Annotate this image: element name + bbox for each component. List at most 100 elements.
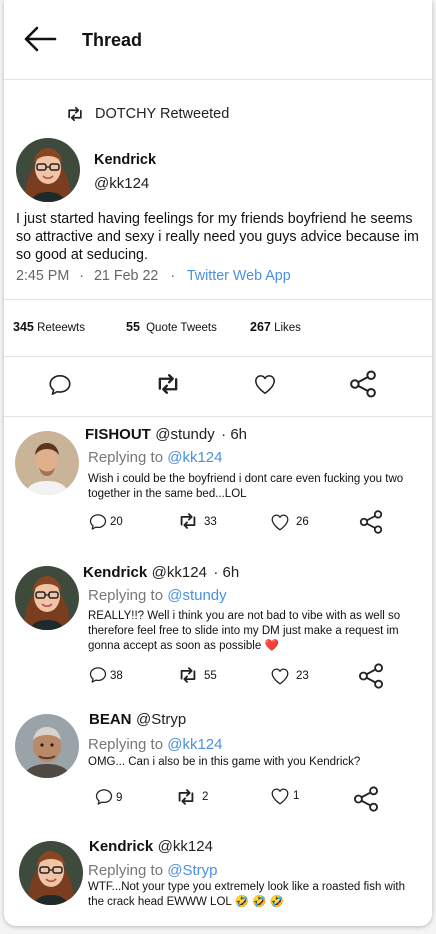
stats-divider — [4, 356, 432, 357]
like-button[interactable] — [252, 371, 278, 397]
retweet-button[interactable] — [174, 786, 198, 808]
reply-author-name[interactable]: Kendrick — [83, 564, 147, 581]
reply-time: · 6h — [221, 426, 248, 443]
replying-to-link[interactable]: @kk124 — [167, 449, 222, 466]
like-button[interactable] — [269, 785, 291, 807]
comment-button[interactable] — [94, 787, 114, 807]
reply-author-handle[interactable]: @kk124 — [158, 838, 213, 855]
quotes-label: Quote Tweets — [146, 322, 217, 334]
retweet-icon — [64, 104, 86, 124]
replying-to: Replying to @kk124 — [88, 449, 222, 466]
like-button[interactable] — [269, 511, 291, 533]
reply-header: Kendrick @kk124 · 6h — [83, 564, 239, 582]
share-icon — [348, 369, 378, 399]
replying-label: Replying to — [88, 449, 164, 466]
retweet-icon — [176, 510, 200, 532]
avatar[interactable] — [16, 138, 80, 202]
share-button[interactable] — [352, 785, 380, 813]
reply-author-handle[interactable]: @kk124 — [152, 564, 207, 581]
tweet-text: I just started having feelings for my fr… — [16, 211, 419, 263]
retweet-icon — [154, 370, 182, 398]
comment-count: 9 — [116, 792, 123, 804]
retweet-count: 33 — [204, 516, 217, 528]
comment-count: 38 — [110, 670, 123, 682]
comment-icon — [88, 665, 108, 685]
quotes-count: 55 — [126, 320, 140, 334]
retweet-icon — [176, 664, 200, 686]
retweet-button[interactable] — [154, 370, 182, 398]
retweets-count: 345 — [13, 320, 34, 334]
retweet-count: 55 — [204, 670, 217, 682]
avatar[interactable] — [15, 566, 79, 630]
comment-icon — [88, 512, 108, 532]
like-count: 1 — [293, 790, 300, 802]
thread-card: Thread DOTCHY Retweeted Kendrick @kk124 … — [4, 0, 432, 926]
reply-text: Wish i could be the boyfriend i dont car… — [88, 473, 404, 500]
share-icon — [358, 509, 384, 535]
comment-icon — [47, 372, 73, 398]
heart-icon — [269, 785, 291, 807]
reply-author-name[interactable]: BEAN — [89, 711, 132, 728]
tweet-meta: 2:45 PM · 21 Feb 22 · Twitter Web App — [16, 268, 291, 284]
share-icon — [357, 662, 385, 690]
meta-divider — [4, 299, 432, 300]
reply-text: WTF...Not your type you extremely look l… — [88, 881, 406, 908]
replying-to-link[interactable]: @stundy — [167, 587, 226, 604]
avatar[interactable] — [15, 714, 79, 778]
avatar[interactable] — [19, 841, 83, 905]
comment-button[interactable] — [88, 512, 108, 532]
retweet-button[interactable] — [176, 510, 200, 532]
replying-label: Replying to — [88, 587, 164, 604]
comment-count: 20 — [110, 516, 123, 528]
avatar[interactable] — [15, 431, 79, 495]
reply-text: OMG... Can i also be in this game with y… — [88, 756, 361, 768]
retweet-banner-text: DOTCHY Retweeted — [95, 106, 230, 122]
meta-separator: · — [79, 268, 84, 284]
like-button[interactable] — [269, 665, 291, 687]
reply-author-name[interactable]: Kendrick — [89, 838, 153, 855]
replying-to: Replying to @stundy — [88, 587, 227, 604]
replying-to: Replying to @Stryp — [88, 862, 217, 879]
reply-text: REALLY!!? Well i think you are not bad t… — [88, 610, 401, 652]
likes-label: Likes — [274, 322, 301, 334]
retweet-button[interactable] — [176, 664, 200, 686]
replying-to-link[interactable]: @Stryp — [167, 862, 217, 879]
reply-author-handle[interactable]: @stundy — [155, 426, 214, 443]
share-button[interactable] — [348, 369, 378, 399]
retweet-count: 2 — [202, 791, 209, 803]
share-button[interactable] — [357, 662, 385, 690]
replying-to-link[interactable]: @kk124 — [167, 736, 222, 753]
like-count: 26 — [296, 516, 309, 528]
replying-label: Replying to — [88, 862, 164, 879]
comment-button[interactable] — [47, 372, 73, 398]
share-button[interactable] — [358, 509, 384, 535]
tweet-time: 2:45 PM — [16, 268, 70, 284]
likes-stat[interactable]: 267 Likes — [250, 320, 301, 334]
page-title: Thread — [82, 30, 143, 50]
tweet-source-link[interactable]: Twitter Web App — [187, 268, 291, 284]
reply-author-name[interactable]: FISHOUT — [85, 426, 151, 443]
heart-icon — [269, 511, 291, 533]
reply-author-handle[interactable]: @Stryp — [136, 711, 186, 728]
reply-time: · 6h — [213, 564, 240, 581]
author-handle[interactable]: @kk124 — [94, 175, 149, 192]
actions-divider — [4, 416, 432, 417]
reply-header: BEAN @Stryp — [89, 711, 186, 729]
reply-header: Kendrick @kk124 — [89, 838, 213, 856]
comment-button[interactable] — [88, 665, 108, 685]
meta-separator: · — [170, 268, 176, 284]
replying-label: Replying to — [88, 736, 164, 753]
author-name[interactable]: Kendrick — [94, 152, 156, 168]
comment-icon — [94, 787, 114, 807]
retweets-stat[interactable]: 345 Reteewts — [13, 320, 85, 334]
heart-icon — [269, 665, 291, 687]
back-button[interactable] — [22, 24, 58, 54]
arrow-left-icon — [22, 24, 58, 54]
heart-icon — [252, 371, 278, 397]
share-icon — [352, 785, 380, 813]
retweets-label: Reteewts — [37, 322, 85, 334]
reply-header: FISHOUT @stundy · 6h — [85, 426, 247, 444]
quotes-stat[interactable]: 55 Quote Tweets — [126, 320, 217, 334]
like-count: 23 — [296, 670, 309, 682]
replying-to: Replying to @kk124 — [88, 736, 222, 753]
